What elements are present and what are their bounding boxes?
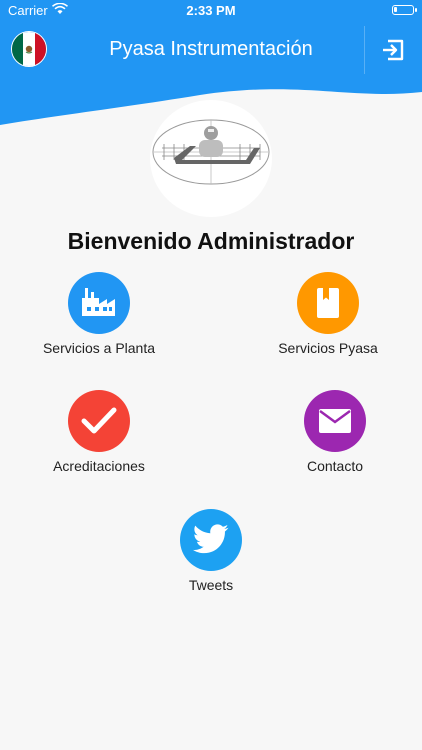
servicios-planta-button[interactable]: Servicios a Planta: [19, 272, 179, 356]
menu-label: Contacto: [306, 458, 364, 474]
status-time: 2:33 PM: [186, 3, 236, 18]
check-icon: [68, 390, 130, 452]
company-logo: [150, 100, 272, 217]
logout-icon[interactable]: [380, 36, 408, 64]
status-bar: Carrier 2:33 PM: [0, 0, 422, 22]
app-title: Pyasa Instrumentación: [109, 38, 313, 60]
acreditaciones-button[interactable]: Acreditaciones: [19, 390, 179, 474]
welcome-heading: Bienvenido Administrador: [67, 228, 355, 254]
mexico-flag-icon[interactable]: [11, 31, 47, 67]
book-icon: [297, 272, 359, 334]
contacto-button[interactable]: Contacto: [255, 390, 415, 474]
menu-label: Tweets: [188, 577, 234, 593]
menu-label: Acreditaciones: [53, 458, 145, 474]
header-divider: [364, 26, 365, 74]
factory-icon: [68, 272, 130, 334]
mail-icon: [304, 390, 366, 452]
menu-label: Servicios a Planta: [42, 340, 156, 356]
battery-icon: [392, 5, 417, 15]
tweets-button[interactable]: Tweets: [131, 509, 291, 593]
servicios-pyasa-button[interactable]: Servicios Pyasa: [248, 272, 408, 356]
twitter-icon: [180, 509, 242, 571]
menu-label: Servicios Pyasa: [278, 340, 378, 356]
